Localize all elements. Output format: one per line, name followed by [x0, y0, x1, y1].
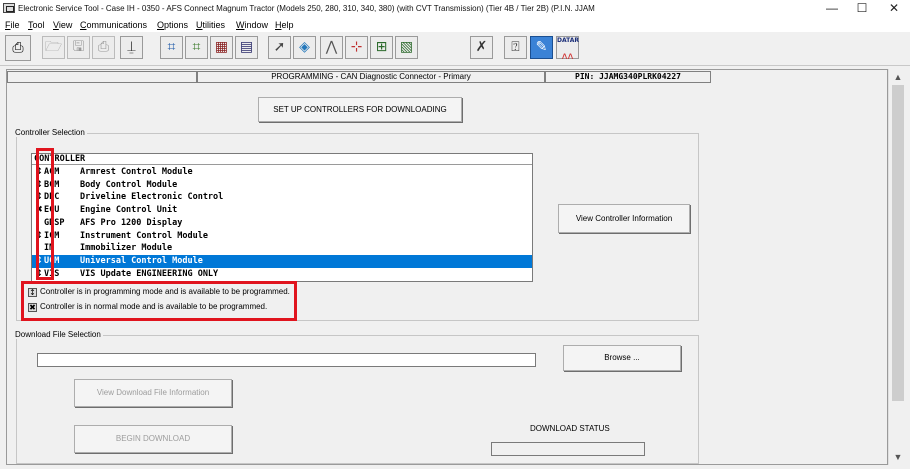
scroll-thumb[interactable]: [892, 85, 904, 401]
legend-normal-mode: ✖ Controller is in normal mode and is ava…: [28, 302, 267, 312]
controller-row-ecu[interactable]: ✖ ECU Engine Control Unit: [32, 204, 532, 217]
programming-wrench-icon[interactable]: ✎: [530, 36, 553, 59]
controller-row-im[interactable]: IM Immobilizer Module: [32, 242, 532, 255]
download-file-selection-label: Download File Selection: [13, 330, 103, 339]
tools-adjust-icon[interactable]: ⊹: [345, 36, 368, 59]
wrench-screwdriver-icon[interactable]: ✗: [470, 36, 493, 59]
menu-window[interactable]: Window: [236, 20, 268, 30]
controller-name: Engine Control Unit: [80, 205, 178, 216]
data-monitor-icon[interactable]: ▦: [210, 36, 233, 59]
download-file-selection-group: Download File Selection Browse ... View …: [13, 330, 699, 464]
controller-name: Instrument Control Module: [80, 230, 208, 241]
menu-file[interactable]: File: [5, 20, 20, 30]
controller-name: Armrest Control Module: [80, 167, 193, 177]
app-icon: [3, 3, 15, 13]
diamond-arrow-icon[interactable]: ◈: [293, 36, 316, 59]
mode-legend: ↕ Controller is in programming mode and i…: [21, 281, 291, 313]
graph-icon[interactable]: ▤: [235, 36, 258, 59]
controller-list-header: CONTROLLER: [32, 154, 532, 165]
controller-name: VIS Update ENGINEERING ONLY: [80, 268, 219, 279]
est-icon[interactable]: ⎙: [5, 35, 31, 61]
controller-name: Immobilizer Module: [80, 243, 173, 254]
maximize-button[interactable]: ☐: [848, 1, 876, 17]
controller-tree-icon[interactable]: ⊞: [370, 36, 393, 59]
scroll-down-icon[interactable]: ▼: [892, 451, 904, 463]
connection-mode: PROGRAMMING - CAN Diagnostic Connector -…: [197, 71, 545, 83]
programming-mode-icon: ↕: [28, 288, 37, 297]
controller-row-dec[interactable]: ↕ DEC Driveline Electronic Control: [32, 191, 532, 204]
chevron-icon[interactable]: ⋀: [320, 36, 343, 59]
download-status-field: [491, 442, 645, 456]
controller-list[interactable]: CONTROLLER ↕ ACM Armrest Control Module …: [31, 153, 533, 282]
controller-row-bcm[interactable]: ↕ BCM Body Control Module: [32, 179, 532, 192]
programming-panel: PROGRAMMING - CAN Diagnostic Connector -…: [6, 69, 888, 465]
controller-name: Universal Control Module: [80, 255, 203, 266]
view-controller-info-button[interactable]: View Controller Information: [558, 204, 690, 233]
menu-help[interactable]: Help: [275, 20, 294, 30]
scroll-up-icon[interactable]: ▲: [892, 71, 904, 83]
menu-utilities[interactable]: Utilities: [196, 20, 225, 30]
browse-button[interactable]: Browse ...: [563, 345, 681, 371]
legend-programming-mode: ↕ Controller is in programming mode and i…: [28, 287, 290, 297]
download-file-path-input[interactable]: [37, 353, 536, 367]
print-icon[interactable]: ⎙: [92, 36, 115, 59]
toolbar: ⎙ 🗁 🖫 ⎙ ⍊ ⌗ ⌗ ▦ ▤ ➚ ◈ ⋀ ⊹ ⊞ ▧ ✗ ⍰ ✎ DATA…: [0, 32, 910, 66]
menu-communications[interactable]: Communications: [80, 20, 147, 30]
status-bar: PROGRAMMING - CAN Diagnostic Connector -…: [7, 70, 887, 84]
network-config-icon[interactable]: ⌗: [185, 36, 208, 59]
status-field-left: [7, 71, 197, 83]
datar-icon[interactable]: DATAR ʌʌ: [556, 36, 579, 62]
title-bar: Electronic Service Tool - Case IH - 0350…: [0, 0, 910, 18]
open-icon[interactable]: 🗁: [42, 36, 65, 59]
save-icon[interactable]: 🖫: [67, 36, 90, 59]
vertical-scrollbar[interactable]: ▲ ▼: [888, 69, 906, 465]
controller-selection-label: Controller Selection: [13, 128, 87, 137]
controller-row-icm[interactable]: ↕ ICM Instrument Control Module: [32, 230, 532, 243]
legend-normal-text: Controller is in normal mode and is avai…: [40, 302, 268, 311]
status-column-highlight: [36, 148, 54, 280]
network-icon[interactable]: ⌗: [160, 36, 183, 59]
window-title: Electronic Service Tool - Case IH - 0350…: [18, 4, 595, 13]
normal-mode-icon: ✖: [28, 303, 37, 312]
begin-download-button[interactable]: BEGIN DOWNLOAD: [74, 425, 232, 453]
minimize-button[interactable]: —: [818, 1, 846, 17]
close-button[interactable]: ✕: [880, 1, 908, 17]
menu-options[interactable]: Options: [157, 20, 188, 30]
controller-name: Body Control Module: [80, 179, 178, 190]
controller-row-ucm[interactable]: ↕ UCM Universal Control Module: [32, 254, 532, 268]
controller-row-acm[interactable]: ↕ ACM Armrest Control Module: [32, 166, 532, 179]
view-download-info-button[interactable]: View Download File Information: [74, 379, 232, 407]
help-connector-icon[interactable]: ⍰: [504, 36, 527, 59]
legend-programming-text: Controller is in programming mode and is…: [40, 287, 290, 296]
download-status-label: DOWNLOAD STATUS: [530, 424, 610, 433]
controller-row-vis[interactable]: ↕ VIS VIS Update ENGINEERING ONLY: [32, 268, 532, 281]
menu-tool[interactable]: Tool: [28, 20, 45, 30]
menu-view[interactable]: View: [53, 20, 72, 30]
download-arrow-icon[interactable]: ➚: [268, 36, 291, 59]
controller-name: AFS Pro 1200 Display: [80, 217, 183, 228]
menu-bar: File Tool View Communications Options Ut…: [0, 18, 910, 32]
pin-display: PIN: JJAMG340PLRK04227: [545, 71, 711, 83]
controller-row-gdsp[interactable]: GDSP AFS Pro 1200 Display: [32, 217, 532, 230]
binary-icon[interactable]: ▧: [395, 36, 418, 59]
setup-controllers-button[interactable]: SET UP CONTROLLERS FOR DOWNLOADING: [258, 97, 462, 122]
connector-icon[interactable]: ⍊: [120, 36, 143, 59]
controller-name: Driveline Electronic Control: [80, 192, 224, 203]
